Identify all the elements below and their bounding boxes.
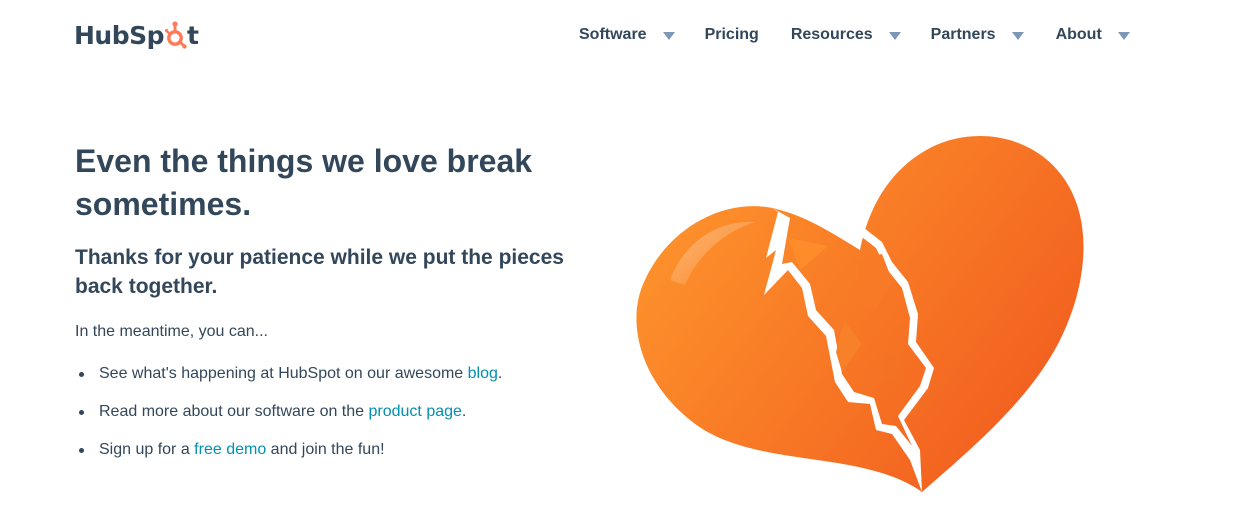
list-item-suffix: . xyxy=(497,365,503,382)
intro-text: In the meantime, you can... xyxy=(75,323,268,340)
list-item: Read more about our software on the prod… xyxy=(75,400,595,424)
broken-heart-icon xyxy=(630,130,1090,500)
page-subtitle: Thanks for your patience while we put th… xyxy=(75,246,564,298)
main-nav: Software Pricing Resources Partners Abou… xyxy=(579,22,1130,48)
product-page-link[interactable]: product page xyxy=(369,403,462,420)
chevron-down-icon xyxy=(888,32,901,40)
list-item: Sign up for a free demo and join the fun… xyxy=(75,438,595,462)
logo-text-start: HubSp xyxy=(74,20,165,50)
logo-text-end: t xyxy=(187,20,199,50)
bullet-icon xyxy=(79,372,84,377)
nav-partners-label: Partners xyxy=(930,26,996,43)
nav-pricing-label: Pricing xyxy=(704,26,759,43)
site-header: HubSp t Software Pricing Resources Partn… xyxy=(0,0,1234,70)
blog-link[interactable]: blog xyxy=(468,365,498,382)
list-item-suffix: . xyxy=(461,403,467,420)
list-item-suffix: and join the fun! xyxy=(266,441,385,458)
nav-software[interactable]: Software xyxy=(579,26,675,44)
list-item-text: Read more about our software on the xyxy=(99,403,369,420)
error-page: HubSp t Software Pricing Resources Partn… xyxy=(0,0,1234,528)
hubspot-logo[interactable]: HubSp t xyxy=(74,18,199,52)
list-item-text: See what's happening at HubSpot on our a… xyxy=(99,365,468,382)
suggestion-list: See what's happening at HubSpot on our a… xyxy=(75,362,595,462)
nav-software-label: Software xyxy=(579,26,647,43)
nav-partners[interactable]: Partners xyxy=(931,26,1024,44)
chevron-down-icon xyxy=(1117,32,1130,40)
sprocket-icon xyxy=(165,21,187,49)
nav-about[interactable]: About xyxy=(1056,26,1130,44)
nav-pricing[interactable]: Pricing xyxy=(705,26,759,44)
nav-resources[interactable]: Resources xyxy=(791,26,901,44)
chevron-down-icon xyxy=(1011,32,1024,40)
nav-about-label: About xyxy=(1055,26,1102,43)
nav-resources-label: Resources xyxy=(790,26,873,43)
main-content: Even the things we love break sometimes.… xyxy=(75,140,595,476)
list-item: See what's happening at HubSpot on our a… xyxy=(75,362,595,386)
bullet-icon xyxy=(79,448,84,453)
page-title: Even the things we love break sometimes. xyxy=(75,143,533,222)
free-demo-link[interactable]: free demo xyxy=(194,441,266,458)
chevron-down-icon xyxy=(662,32,675,40)
list-item-text: Sign up for a xyxy=(99,441,195,458)
bullet-icon xyxy=(79,410,84,415)
